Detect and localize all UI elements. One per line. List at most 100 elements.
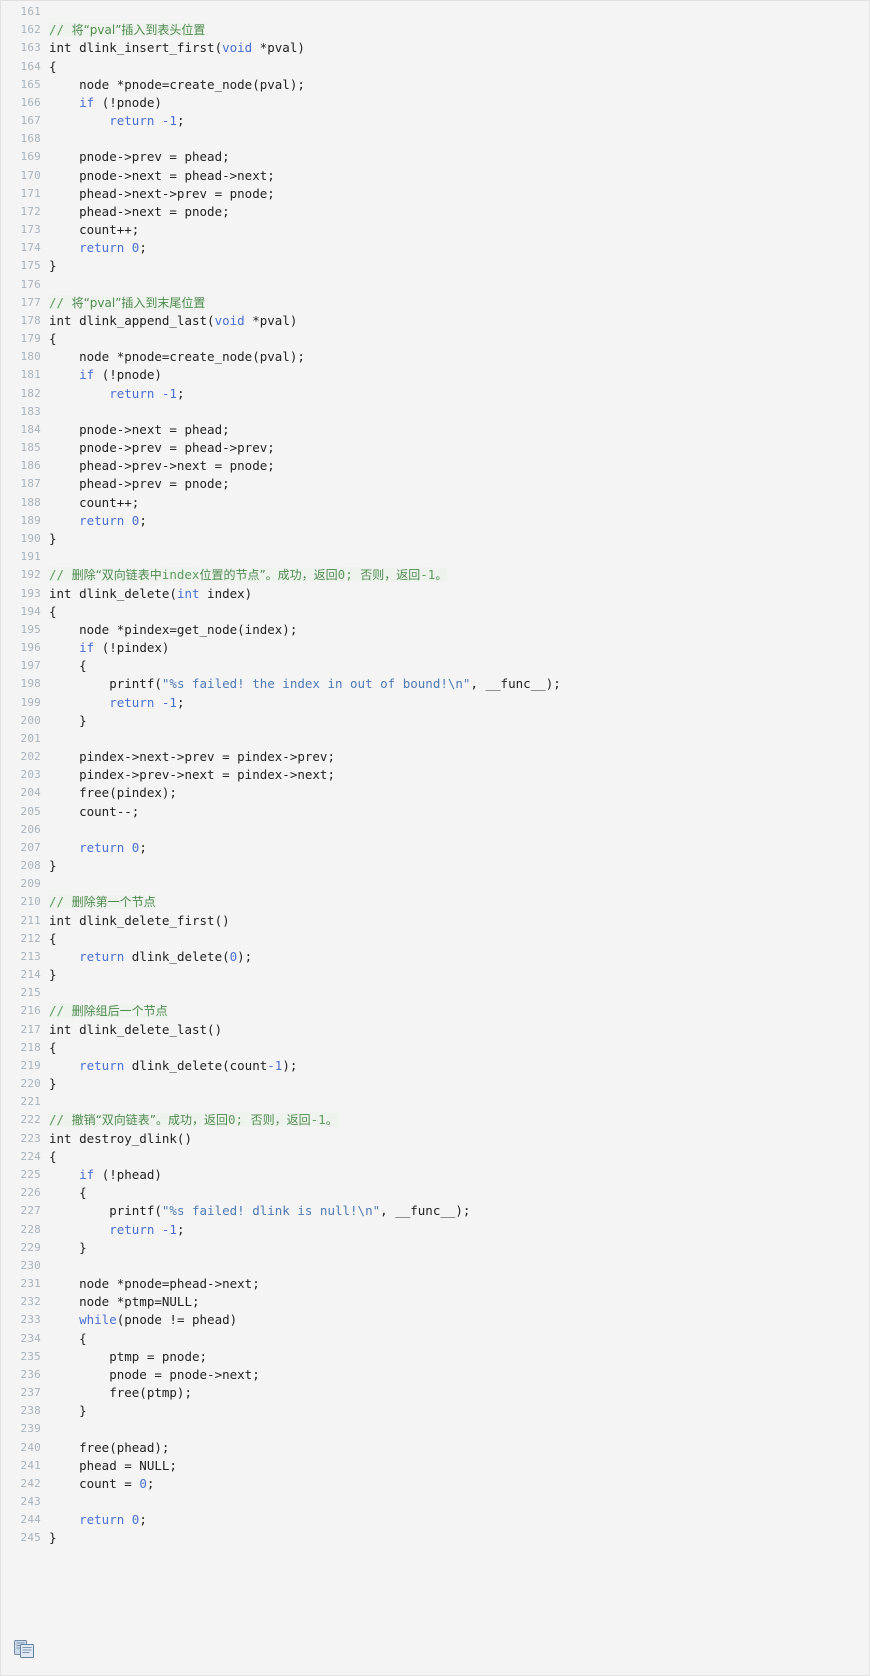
line-number: 175	[20, 259, 41, 273]
code-token-pl: node *pnode=phead->next;	[49, 1276, 260, 1292]
line-number: 226	[20, 1186, 41, 1200]
line-content: {	[49, 930, 869, 948]
line-content: return 0;	[49, 839, 869, 857]
line-content: node *pnode=create_node(pval);	[49, 76, 869, 94]
code-token-cmt-cn: 删除第一个节点	[71, 895, 156, 910]
code-line-list: 161 162 // 将“pval”插入到表头位置 163 int dlink_inse…	[1, 1, 869, 1548]
line-number: 241	[20, 1458, 41, 1472]
line-number: 181	[20, 368, 41, 382]
line-content: pnode->prev = phead->prev;	[49, 439, 869, 457]
code-token-kw: return	[79, 1057, 125, 1073]
code-token-pl: dlink_delete(count	[124, 1057, 268, 1073]
line-content: count++;	[49, 221, 869, 239]
code-line: 207 return 0;	[1, 839, 869, 857]
line-number: 229	[20, 1240, 41, 1254]
code-token-pl: free(pindex);	[49, 785, 177, 801]
code-token-kw: void	[222, 40, 253, 56]
line-number: 227	[20, 1204, 41, 1218]
line-number: 198	[20, 677, 41, 691]
code-token-pl: index)	[199, 585, 253, 601]
code-token-pl: free(ptmp);	[49, 1385, 192, 1401]
code-token-kw: if	[79, 367, 95, 383]
line-content: pnode->next = phead;	[49, 421, 869, 439]
line-number: 220	[20, 1077, 41, 1091]
code-token-cmt: -1	[420, 567, 436, 583]
code-line: 223 int destroy_dlink()	[1, 1130, 869, 1148]
copy-bar	[1, 1628, 869, 1676]
code-token-pl: dlink_delete_first()	[71, 912, 230, 928]
code-token-pl: *pval)	[252, 40, 305, 56]
code-line: 234 {	[1, 1330, 869, 1348]
line-number: 223	[20, 1131, 41, 1145]
code-line: 192 // 删除“双向链表中index位置的节点”。成功，返回0; 否则，返回-…	[1, 566, 869, 584]
line-content: return -1;	[49, 1221, 869, 1239]
code-line: 163 int dlink_insert_first(void *pval)	[1, 39, 869, 57]
code-line: 168	[1, 130, 869, 148]
code-token-pl: {	[49, 658, 87, 674]
code-token-kw: int	[176, 585, 200, 601]
line-number: 194	[20, 604, 41, 618]
code-line: 220}	[1, 1075, 869, 1093]
line-number: 177	[20, 295, 41, 309]
line-content: phead->next->prev = pnode;	[49, 185, 869, 203]
code-token-kw: return	[109, 694, 155, 710]
line-number: 172	[20, 204, 41, 218]
copy-to-clipboard-icon[interactable]	[14, 1639, 36, 1659]
code-token-type: int	[49, 312, 72, 328]
code-line: 178 int dlink_append_last(void *pval)	[1, 312, 869, 330]
code-token-pl: {	[49, 1039, 57, 1055]
line-content: free(ptmp);	[49, 1384, 869, 1402]
code-token-cmt-cn: 。	[325, 1113, 338, 1128]
code-token-pl: dlink_append_last(	[71, 312, 215, 328]
code-token-pl: phead->next->prev = pnode;	[49, 185, 275, 201]
line-content: if (!pnode)	[49, 366, 869, 384]
code-token-type: int	[49, 40, 72, 56]
code-token-pl: ;	[139, 240, 147, 256]
code-token-pl: {	[49, 1148, 57, 1164]
code-token-kw: return	[109, 113, 155, 129]
code-token-cmt: -1	[310, 1112, 326, 1128]
line-content: int dlink_insert_first(void *pval)	[49, 39, 869, 57]
line-content: phead = NULL;	[49, 1457, 869, 1475]
code-line: 208}	[1, 857, 869, 875]
code-line: 161	[1, 3, 869, 21]
line-number: 195	[20, 622, 41, 636]
code-line: 242 count = 0;	[1, 1475, 869, 1493]
code-token-cmt-cn: 删除“双向链表中	[71, 568, 162, 583]
line-number: 186	[20, 459, 41, 473]
code-token-pl: {	[49, 1330, 87, 1346]
code-line: 191	[1, 548, 869, 566]
line-number: 222	[20, 1113, 41, 1127]
code-scroll-area[interactable]: 161 162 // 将“pval”插入到表头位置 163 int dlink_inse…	[1, 1, 869, 1676]
code-token-pl: count =	[49, 1475, 140, 1491]
code-line: 205 count--;	[1, 803, 869, 821]
line-number: 164	[20, 59, 41, 73]
line-number: 205	[20, 804, 41, 818]
code-token-pl: pnode->next = phead;	[49, 421, 230, 437]
code-token-type: int	[49, 912, 72, 928]
line-number: 245	[20, 1531, 41, 1545]
line-number: 225	[20, 1168, 41, 1181]
line-number: 208	[20, 859, 41, 873]
code-token-pl: count--;	[49, 803, 140, 819]
code-line: 190}	[1, 530, 869, 548]
code-line: 203 pindex->prev->next = pindex->next;	[1, 766, 869, 784]
line-content: {	[49, 330, 869, 348]
code-line: 241 phead = NULL;	[1, 1457, 869, 1475]
code-token-type: int	[49, 1130, 72, 1146]
code-line: 195 node *pindex=get_node(index);	[1, 621, 869, 639]
line-number: 185	[20, 441, 41, 455]
code-token-kw: return	[79, 512, 125, 528]
code-token-pl: node *pindex=get_node(index);	[49, 621, 298, 637]
line-content: int dlink_delete_first()	[49, 912, 869, 930]
line-content: return 0;	[49, 512, 869, 530]
code-token-cmt: //	[49, 894, 72, 910]
